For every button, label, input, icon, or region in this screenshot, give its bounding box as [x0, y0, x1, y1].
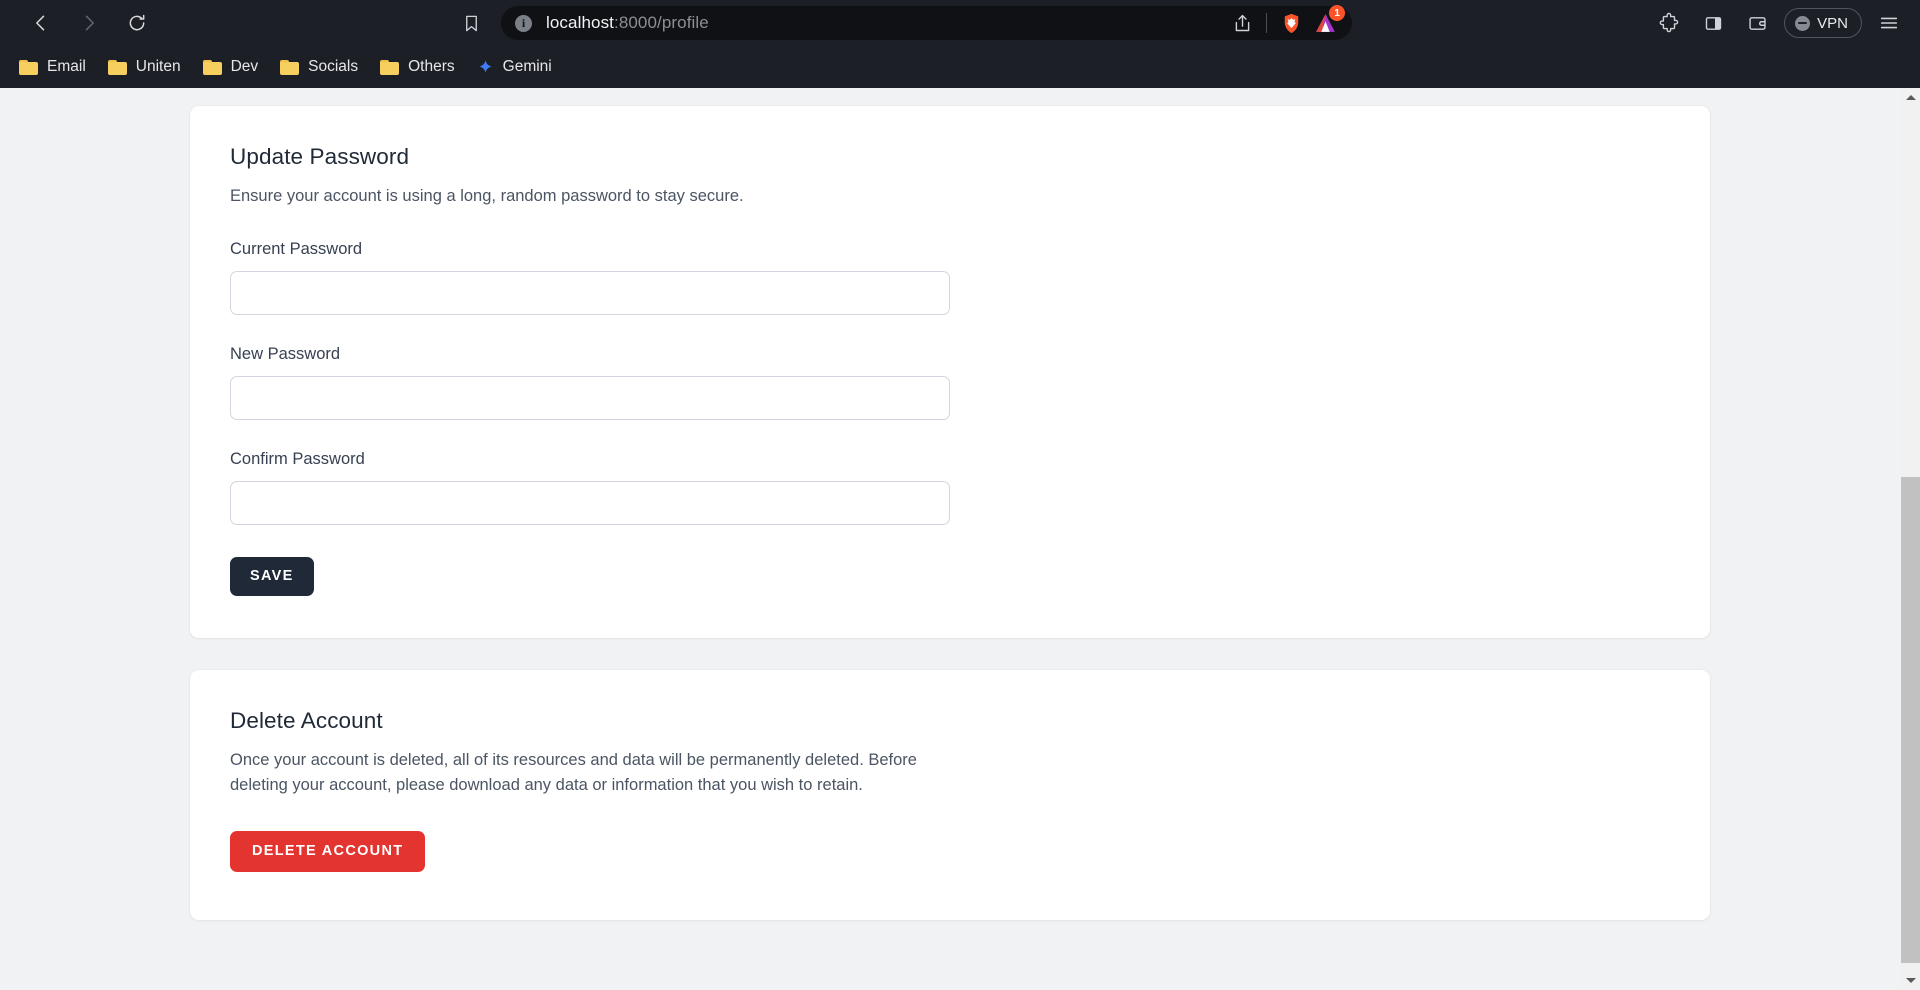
chevron-left-icon [36, 15, 45, 31]
update-password-title: Update Password [230, 144, 410, 169]
browser-menu-button[interactable] [1872, 6, 1906, 40]
wallet-icon [1749, 16, 1766, 30]
vpn-label: VPN [1817, 14, 1848, 32]
extensions-button[interactable] [1652, 6, 1686, 40]
brave-shields-button[interactable] [1274, 6, 1308, 40]
bookmark-icon[interactable] [456, 8, 486, 38]
vertical-scrollbar[interactable] [1901, 88, 1920, 990]
current-password-field-group: Current Password [230, 240, 1670, 315]
site-info-icon[interactable]: i [515, 14, 532, 32]
new-password-input[interactable] [230, 375, 950, 420]
update-password-subtitle: Ensure your account is using a long, ran… [230, 187, 744, 205]
bookmark-label: Uniten [135, 58, 181, 75]
folder-icon [19, 59, 38, 75]
hamburger-menu-icon [1880, 17, 1898, 29]
wallet-button[interactable] [1740, 6, 1774, 40]
browser-chrome: i localhost:8000/profile 1 VPN Email Uni… [0, 0, 1920, 88]
toolbar-right-group: VPN [1642, 6, 1906, 40]
scrollbar-up-button[interactable] [1901, 88, 1920, 107]
bookmark-label: Socials [308, 58, 359, 75]
bookmark-label: Others [408, 58, 455, 75]
share-button[interactable] [1225, 6, 1259, 40]
toolbar-divider [1266, 13, 1268, 33]
chevron-right-icon [85, 15, 94, 31]
folder-icon [380, 59, 400, 75]
delete-account-description: Once your account is deleted, all of its… [230, 750, 917, 795]
brave-lion-shield-icon [1284, 13, 1298, 33]
share-icon [1235, 14, 1249, 31]
reload-icon [129, 14, 145, 31]
bookmark-item-uniten[interactable]: Uniten [99, 53, 190, 81]
url-host: localhost [546, 13, 614, 32]
reload-button[interactable] [118, 4, 156, 42]
bookmarks-bar: Email Uniten Dev Socials Others Gemini [0, 46, 1920, 88]
confirm-password-label: Confirm Password [230, 449, 365, 468]
bookmark-label: Gemini [502, 58, 552, 75]
bookmark-item-email[interactable]: Email [10, 53, 95, 81]
page-viewport: Update Password Ensure your account is u… [0, 88, 1920, 990]
folder-icon [202, 59, 222, 75]
scrollbar-down-button[interactable] [1901, 971, 1920, 990]
bookmark-item-gemini[interactable]: Gemini [468, 53, 561, 81]
current-password-label: Current Password [230, 239, 363, 258]
sparkle-icon [479, 59, 492, 73]
url-path: :8000/profile [614, 13, 709, 32]
navigation-button-group [22, 4, 156, 42]
bookmark-ribbon-icon [465, 15, 477, 31]
bookmark-item-others[interactable]: Others [371, 53, 464, 81]
sidebar-panel-icon [1705, 16, 1721, 30]
save-button[interactable]: SAVE [230, 556, 314, 596]
back-button[interactable] [22, 4, 60, 42]
vpn-status-icon [1795, 15, 1811, 31]
confirm-password-field-group: Confirm Password [230, 450, 1670, 525]
url-text: localhost:8000/profile [546, 13, 709, 33]
puzzle-piece-icon [1659, 12, 1679, 33]
new-password-field-group: New Password [230, 345, 1670, 420]
folder-icon [107, 59, 127, 75]
delete-account-button[interactable]: DELETE ACCOUNT [230, 830, 426, 872]
browser-toolbar: i localhost:8000/profile 1 VPN [0, 0, 1920, 46]
vpn-button[interactable]: VPN [1784, 8, 1862, 38]
sidebar-toggle-button[interactable] [1696, 6, 1730, 40]
address-bar-actions: 1 [1225, 0, 1346, 46]
new-password-label: New Password [230, 344, 341, 363]
update-password-card: Update Password Ensure your account is u… [190, 106, 1710, 638]
forward-button[interactable] [70, 4, 108, 42]
current-password-input[interactable] [230, 270, 950, 315]
page-content: Update Password Ensure your account is u… [0, 88, 1900, 920]
confirm-password-input[interactable] [230, 480, 950, 525]
bookmark-label: Dev [230, 58, 259, 75]
scrollbar-thumb[interactable] [1901, 477, 1920, 963]
folder-icon [280, 59, 300, 75]
bookmark-item-socials[interactable]: Socials [271, 53, 367, 81]
bookmark-item-dev[interactable]: Dev [194, 53, 268, 81]
triangle-up-icon [1905, 95, 1916, 100]
delete-account-title: Delete Account [230, 707, 383, 733]
delete-account-card: Delete Account Once your account is dele… [190, 669, 1710, 920]
triangle-down-icon [1905, 978, 1916, 983]
address-bar-region: i localhost:8000/profile 1 [156, 0, 1642, 46]
bookmark-label: Email [47, 58, 86, 75]
brave-rewards-button[interactable]: 1 [1308, 5, 1346, 40]
